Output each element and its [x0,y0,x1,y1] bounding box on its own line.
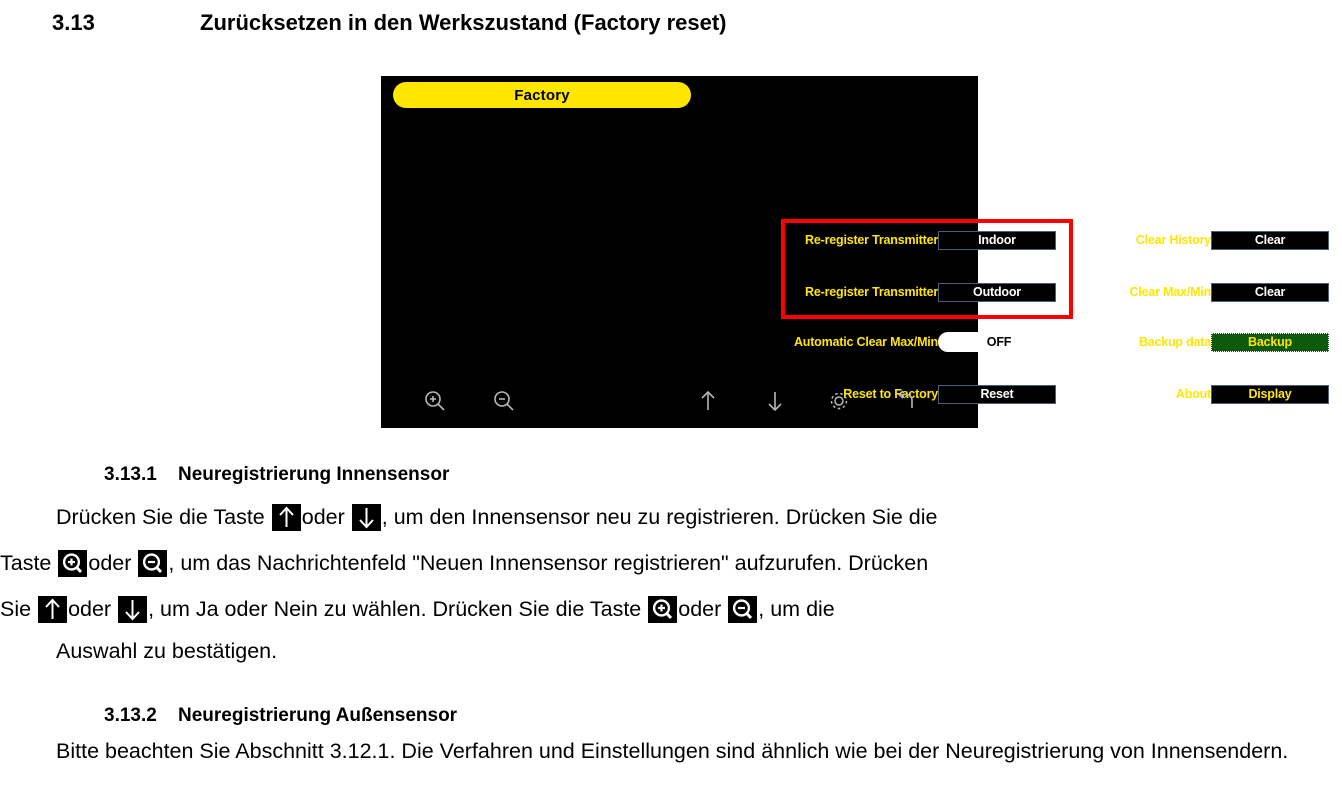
arrow-down-icon [118,596,148,623]
setting-row-automatic-clear-maxmin[interactable]: Automatic Clear Max/Min OFF [783,332,1060,352]
subsection-title: Neuregistrierung Innensensor [178,464,450,485]
subsection-heading-3132: 3.13.2 Neuregistrierung Außensensor [104,705,457,727]
paragraph-line-3: Sie oder , um Ja oder Nein zu wählen. Dr… [0,586,1342,632]
text-run: , um Ja oder Nein zu wählen. Drücken Sie… [148,597,642,621]
text-run: , um den Innensensor neu zu registrieren… [381,505,938,529]
body-paragraph-3132: Bitte beachten Sie Abschnitt 3.12.1. Die… [56,739,1289,763]
zoom-out-icon [728,596,758,623]
subsection-number: 3.13.2 [104,705,157,726]
arrow-down-icon[interactable] [762,388,788,414]
setting-value-outdoor[interactable]: Outdoor [938,282,1056,302]
setting-value-backup[interactable]: Backup [1211,332,1329,352]
text-run: , um die [758,597,835,621]
setting-row-backup-data[interactable]: Backup data Backup [1133,332,1329,352]
setting-label: Backup data [1138,335,1211,349]
zoom-in-icon [58,550,88,577]
zoom-out-icon[interactable] [491,388,517,414]
arrow-up-icon[interactable] [695,388,721,414]
setting-value-clear-history[interactable]: Clear [1211,230,1329,250]
paragraph-line-4: Auswahl zu bestätigen. [56,639,278,663]
text-run: oder [88,551,132,575]
subsection-heading-3131: 3.13.1 Neuregistrierung Innensensor [104,464,449,486]
device-toolbar [381,388,978,422]
setting-row-clear-history[interactable]: Clear History Clear [1129,230,1329,250]
page-title: 3.13 Zurücksetzen in den Werkszustand (Fa… [52,10,727,36]
arrow-up-icon [271,504,301,531]
setting-label: Clear History [1135,233,1211,247]
text-run: oder [678,597,722,621]
zoom-in-icon [648,596,678,623]
settings-grid: Re-register Transmitter Indoor Re-regist… [381,76,1329,428]
paragraph-line-1: Drücken Sie die Taste oder , um den Inne… [0,494,1342,540]
text-run: Drücken Sie die Taste [56,505,265,529]
text-run: oder [68,597,112,621]
setting-label: Re-register Transmitter [805,233,938,247]
text-run: Sie [0,597,32,621]
setting-row-reregister-outdoor[interactable]: Re-register Transmitter Outdoor [786,282,1056,302]
section-title: Zurücksetzen in den Werkszustand (Factor… [200,10,727,35]
paragraph-line-2: Taste oder , um das Nachrichtenfeld "Neu… [0,540,1342,586]
setting-row-clear-maxmin[interactable]: Clear Max/Min Clear [1118,282,1329,302]
setting-value-indoor[interactable]: Indoor [938,230,1056,250]
setting-value-display[interactable]: Display [1211,384,1329,404]
back-icon[interactable] [892,388,918,414]
subsection-number: 3.13.1 [104,464,157,485]
section-number: 3.13 [52,10,95,35]
gear-icon[interactable] [826,388,852,414]
zoom-in-icon[interactable] [422,388,448,414]
subsection-title: Neuregistrierung Außensensor [178,705,458,726]
text-run: , um das Nachrichtenfeld "Neuen Innensen… [168,551,929,575]
setting-row-about[interactable]: About Display [1167,384,1329,404]
arrow-up-icon [38,596,68,623]
zoom-out-icon [138,550,168,577]
setting-label: Clear Max/Min [1129,285,1212,299]
setting-label: About [1175,387,1211,401]
setting-value-clear-maxmin[interactable]: Clear [1211,282,1329,302]
body-paragraph-3131: Drücken Sie die Taste oder , um den Inne… [0,494,1342,670]
device-screenshot: Factory Re-register Transmitter Indoor R… [381,76,1329,428]
setting-label: Re-register Transmitter [805,285,938,299]
text-run: Taste [0,551,52,575]
arrow-down-icon [351,504,381,531]
setting-value-auto-clear-toggle[interactable]: OFF [938,332,1060,352]
setting-label: Automatic Clear Max/Min [793,335,938,349]
text-run: oder [301,505,345,529]
setting-row-reregister-indoor[interactable]: Re-register Transmitter Indoor [786,230,1056,250]
